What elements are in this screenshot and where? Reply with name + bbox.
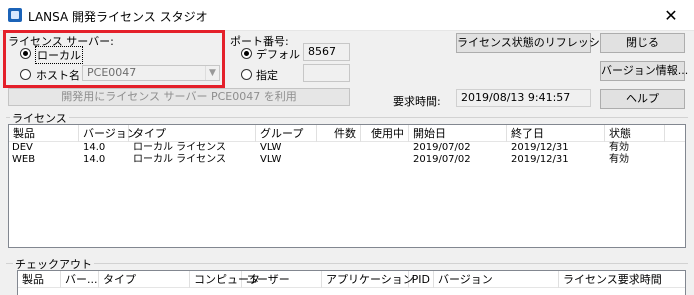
col-version-short[interactable]: バー... — [61, 271, 99, 288]
col-computer[interactable]: コンピュータ — [190, 271, 260, 288]
col-version[interactable]: バージョン — [79, 125, 138, 142]
cell-type: ローカル ライセンス — [133, 154, 226, 165]
window-title: LANSA 開発ライセンス スタジオ — [28, 10, 208, 24]
checkout-list-header: 製品 バー... タイプ コンピュータ ユーザー アプリケーション PID バー… — [18, 271, 685, 288]
close-button[interactable]: 閉じる — [600, 33, 685, 53]
version-info-button[interactable]: バージョン情報... — [600, 61, 688, 81]
col-pid[interactable]: PID — [409, 271, 434, 288]
app-icon — [8, 8, 22, 22]
cell-group: VLW — [260, 154, 282, 165]
checkout-list[interactable]: 製品 バー... タイプ コンピュータ ユーザー アプリケーション PID バー… — [17, 270, 686, 295]
cell-product: WEB — [12, 154, 36, 165]
col-product[interactable]: 製品 — [18, 271, 61, 288]
col-version[interactable]: バージョン — [434, 271, 559, 288]
cell-type: ローカル ライセンス — [133, 142, 226, 153]
help-button[interactable]: ヘルプ — [600, 89, 685, 109]
license-row[interactable]: DEV 14.0 ローカル ライセンス VLW 2019/07/02 2019/… — [9, 142, 685, 154]
cell-version: 14.0 — [83, 154, 106, 165]
col-end-date[interactable]: 終了日 — [507, 125, 605, 142]
col-start-date[interactable]: 開始日 — [409, 125, 507, 142]
cell-start-date: 2019/07/02 — [413, 154, 471, 165]
col-group[interactable]: グループ — [256, 125, 317, 142]
col-product[interactable]: 製品 — [9, 125, 79, 142]
license-list[interactable]: 製品 バージョン タイプ グループ 件数 使用中 開始日 終了日 状態 DEV … — [8, 124, 686, 248]
col-in-use[interactable]: 使用中 — [361, 125, 409, 142]
cell-version: 14.0 — [83, 142, 106, 153]
cell-product: DEV — [12, 142, 33, 153]
specify-port-field[interactable] — [303, 64, 350, 82]
specify-port-radio[interactable] — [241, 69, 252, 80]
refresh-license-button[interactable]: ライセンス状態のリフレッシュ — [456, 33, 611, 53]
license-group-border — [6, 117, 688, 118]
cell-group: VLW — [260, 142, 282, 153]
highlight-box — [3, 30, 225, 88]
col-status[interactable]: 状態 — [605, 125, 665, 142]
request-time-value: 2019/08/13 9:41:57 — [456, 89, 591, 107]
use-license-server-button[interactable]: 開発用にライセンス サーバー PCE0047 を利用 — [8, 88, 350, 106]
default-port-radio[interactable] — [241, 48, 252, 59]
specify-port-label[interactable]: 指定 — [256, 67, 278, 83]
cell-end-date: 2019/12/31 — [511, 142, 569, 153]
col-application[interactable]: アプリケーション — [322, 271, 414, 288]
request-time-label: 要求時間: — [393, 95, 441, 108]
col-count[interactable]: 件数 — [317, 125, 361, 142]
title-bar: LANSA 開発ライセンス スタジオ ✕ — [0, 0, 694, 31]
col-type[interactable]: タイプ — [99, 271, 190, 288]
cell-start-date: 2019/07/02 — [413, 142, 471, 153]
checkout-group-border — [6, 263, 688, 264]
cell-status: 有効 — [609, 142, 629, 153]
license-row[interactable]: WEB 14.0 ローカル ライセンス VLW 2019/07/02 2019/… — [9, 154, 685, 166]
cell-status: 有効 — [609, 154, 629, 165]
close-window-button[interactable]: ✕ — [648, 0, 694, 31]
col-request-time[interactable]: ライセンス要求時間 — [559, 271, 685, 288]
cell-end-date: 2019/12/31 — [511, 154, 569, 165]
col-type[interactable]: タイプ — [129, 125, 256, 142]
license-list-header: 製品 バージョン タイプ グループ 件数 使用中 開始日 終了日 状態 — [9, 125, 685, 142]
col-user[interactable]: ユーザー — [242, 271, 322, 288]
default-port-field: 8567 — [303, 43, 350, 61]
